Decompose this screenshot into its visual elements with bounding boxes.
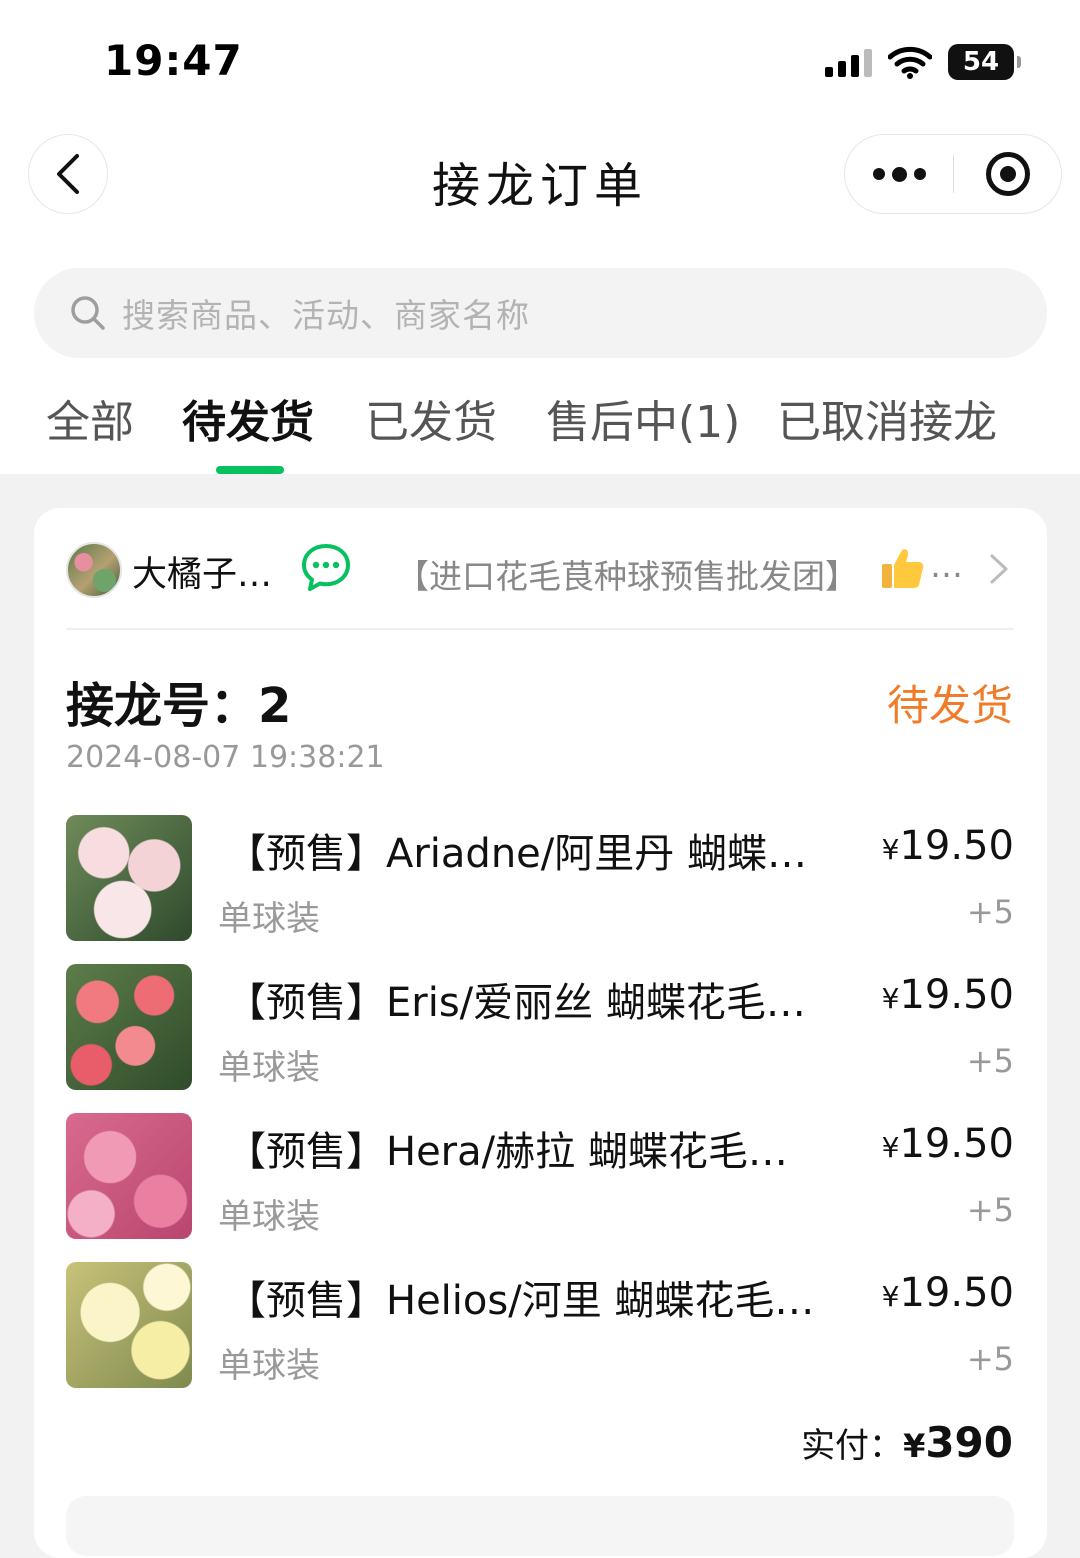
product-title: 【预售】Eris/爱丽丝 蝴蝶花毛… — [226, 980, 806, 1026]
avatar — [66, 542, 122, 598]
currency-symbol: ¥ — [881, 1131, 900, 1164]
chat-icon[interactable] — [300, 542, 352, 594]
product-image — [66, 815, 192, 941]
order-number-label: 接龙号： — [66, 678, 259, 734]
order-total: 实付：¥390 — [801, 1418, 1013, 1467]
order-number-value: 2 — [258, 678, 292, 734]
wifi-icon — [888, 46, 932, 79]
shop-name: 大橘子… — [132, 555, 273, 595]
tab-all[interactable]: 全部 — [46, 386, 134, 450]
order-tabs: 全部 待发货 已发货 售后中(1) 已取消接龙 — [0, 386, 1080, 474]
search-icon — [71, 296, 105, 330]
product-price: ¥19.50 — [882, 972, 1014, 1018]
product-title: 【预售】Hera/赫拉 蝴蝶花毛… — [226, 1129, 788, 1175]
search-input[interactable]: 搜索商品、活动、商家名称 — [122, 289, 530, 337]
more-dot-icon — [913, 168, 926, 180]
total-amount: 390 — [925, 1418, 1013, 1467]
price-value: 19.50 — [899, 972, 1014, 1018]
product-spec: 单球装 — [218, 1346, 320, 1386]
chevron-right-icon[interactable] — [984, 552, 1014, 586]
tab-cancelled[interactable]: 已取消接龙 — [777, 386, 997, 450]
product-quantity: +5 — [966, 1191, 1014, 1229]
order-time: 2024-08-07 19:38:21 — [66, 740, 385, 775]
product-spec: 单球装 — [218, 899, 320, 939]
product-title: 【预售】Helios/河里 蝴蝶花毛… — [226, 1278, 815, 1324]
product-quantity: +5 — [966, 1340, 1014, 1378]
product-title: 【预售】Ariadne/阿里丹 蝴蝶… — [226, 831, 807, 877]
active-tab-indicator — [216, 466, 284, 474]
more-button[interactable] — [845, 166, 953, 182]
product-image — [66, 964, 192, 1090]
mini-program-capsule — [844, 134, 1062, 214]
price-value: 19.50 — [899, 1121, 1014, 1167]
close-program-button[interactable] — [954, 152, 1061, 196]
more-dot-icon — [872, 168, 885, 180]
price-value: 19.50 — [899, 1270, 1014, 1316]
currency-symbol: ¥ — [881, 833, 900, 866]
status-badge: 待发货 — [886, 681, 1013, 730]
product-quantity: +5 — [966, 1042, 1014, 1080]
list-item[interactable]: 【预售】Ariadne/阿里丹 蝴蝶… ¥19.50 单球装 +5 — [66, 815, 1014, 943]
shop-row[interactable]: 大橘子… 【进口花毛茛种球预售批发团】 … — [66, 540, 1014, 600]
total-label: 实付： — [801, 1426, 904, 1466]
product-image — [66, 1262, 192, 1388]
status-time: 19:47 — [104, 36, 243, 85]
order-card[interactable]: 大橘子… 【进口花毛茛种球预售批发团】 … 接龙号：2 待发货 2024-08-… — [34, 508, 1047, 1558]
divider — [66, 628, 1014, 630]
status-icons: 54 — [825, 42, 1021, 82]
currency-symbol: ¥ — [881, 982, 900, 1015]
list-item[interactable]: 【预售】Helios/河里 蝴蝶花毛… ¥19.50 单球装 +5 — [66, 1262, 1014, 1390]
currency-symbol: ¥ — [903, 1427, 926, 1465]
thumbs-up-icon — [882, 549, 924, 588]
search-bar[interactable]: 搜索商品、活动、商家名称 — [34, 268, 1047, 358]
list-item[interactable]: 【预售】Hera/赫拉 蝴蝶花毛… ¥19.50 单球装 +5 — [66, 1113, 1014, 1241]
product-price: ¥19.50 — [882, 823, 1014, 869]
group-name-ellipsis: … — [930, 546, 963, 585]
signal-icon — [825, 47, 872, 77]
group-name[interactable]: 【进口花毛茛种球预售批发团】 — [396, 550, 858, 598]
product-image — [66, 1113, 192, 1239]
order-number: 接龙号：2 — [66, 666, 291, 736]
more-dot-icon — [891, 166, 907, 182]
tab-after-sales[interactable]: 售后中(1) — [546, 386, 740, 450]
target-icon — [985, 152, 1030, 196]
list-item[interactable]: 【预售】Eris/爱丽丝 蝴蝶花毛… ¥19.50 单球装 +5 — [66, 964, 1014, 1092]
battery-icon: 54 — [948, 44, 1021, 80]
tab-pending-shipment[interactable]: 待发货 — [182, 386, 314, 450]
price-value: 19.50 — [899, 823, 1014, 869]
next-section-strip — [66, 1496, 1014, 1556]
product-price: ¥19.50 — [882, 1121, 1014, 1167]
product-price: ¥19.50 — [882, 1270, 1014, 1316]
product-spec: 单球装 — [218, 1197, 320, 1237]
currency-symbol: ¥ — [881, 1280, 900, 1313]
header-area: 19:47 54 接龙订单 搜索商品、活动、商家名称 全部 待发货 已发货 售后… — [0, 0, 1080, 474]
product-quantity: +5 — [966, 893, 1014, 931]
tab-shipped[interactable]: 已发货 — [365, 386, 497, 450]
product-spec: 单球装 — [218, 1048, 320, 1088]
